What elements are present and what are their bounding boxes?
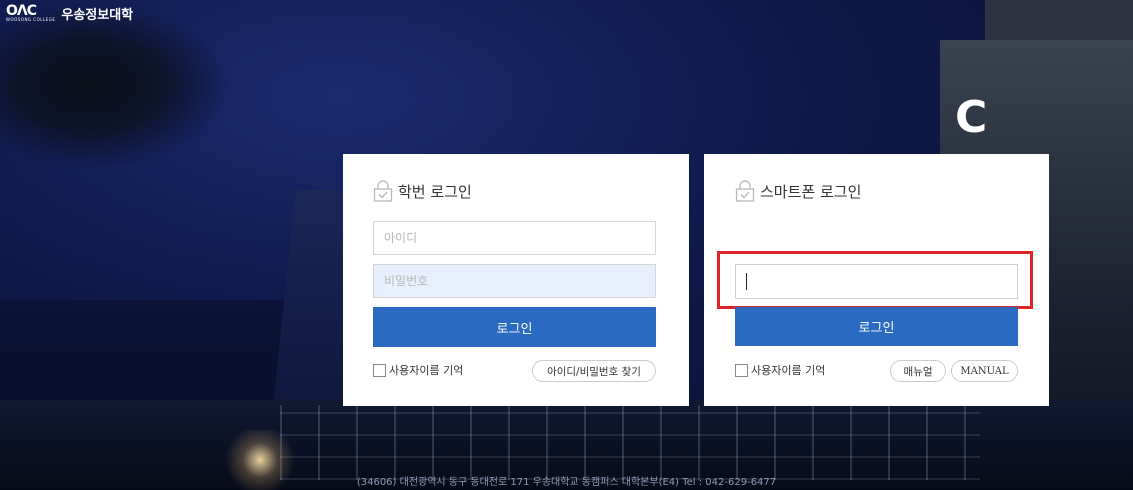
building-right-top	[985, 0, 1133, 150]
remember-username-option[interactable]: 사용자이름 기억	[735, 362, 825, 378]
logo-subtitle: WOOSONG COLLEGE	[6, 17, 56, 22]
footer-address: (34606) 대전광역시 동구 동대전로 171 우송대학교 동캠퍼스 대학본…	[356, 477, 777, 488]
building-left	[0, 300, 320, 490]
remember-username-checkbox[interactable]	[373, 363, 386, 377]
lock-icon	[735, 179, 755, 203]
manual-korean-button[interactable]: 매뉴얼	[890, 360, 946, 382]
logo-mark: OΛC WOOSONG COLLEGE	[6, 4, 56, 22]
remember-username-label: 사용자이름 기억	[751, 364, 826, 377]
school-name: 우송정보대학	[61, 8, 134, 23]
find-id-password-button[interactable]: 아이디/비밀번호 찾기	[532, 360, 656, 382]
smartphone-login-title: 스마트폰 로그인	[735, 179, 861, 203]
tree-silhouette	[0, 0, 230, 170]
id-input[interactable]	[373, 221, 656, 255]
student-login-title-text: 학번 로그인	[398, 182, 472, 201]
building-sign-letter: C	[955, 92, 988, 143]
lock-icon	[373, 179, 393, 203]
student-login-button[interactable]: 로그인	[373, 307, 656, 347]
remember-username-option[interactable]: 사용자이름 기억	[373, 362, 463, 378]
remember-username-checkbox[interactable]	[735, 363, 748, 377]
school-logo[interactable]: OΛC WOOSONG COLLEGE 우송정보대학	[6, 4, 133, 23]
student-login-title: 학번 로그인	[373, 179, 472, 203]
manual-english-button[interactable]: MANUAL	[951, 360, 1018, 382]
student-login-panel: 학번 로그인 로그인 사용자이름 기억 아이디/비밀번호 찾기	[343, 154, 689, 406]
building-windows	[280, 405, 980, 480]
text-cursor	[746, 273, 747, 290]
smartphone-login-button[interactable]: 로그인	[735, 307, 1018, 346]
remember-username-label: 사용자이름 기억	[389, 364, 464, 377]
password-input[interactable]	[373, 264, 656, 298]
smartphone-login-title-text: 스마트폰 로그인	[760, 182, 862, 201]
smartphone-auth-input[interactable]	[735, 264, 1018, 299]
smartphone-login-panel: 스마트폰 로그인 로그인 사용자이름 기억 매뉴얼 MANUAL	[704, 154, 1049, 406]
